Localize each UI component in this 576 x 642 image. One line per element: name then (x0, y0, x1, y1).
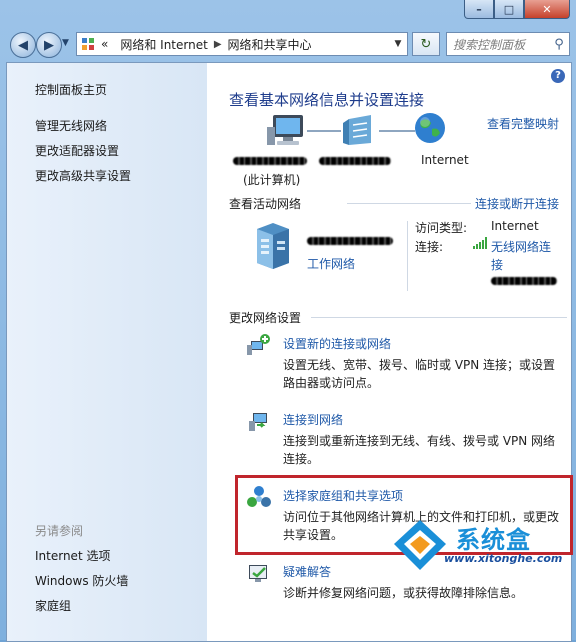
connect-to-network-icon[interactable] (247, 409, 271, 433)
ssid-redacted (491, 277, 557, 285)
internet-globe-icon (413, 111, 447, 145)
help-icon[interactable]: ? (551, 69, 565, 83)
wireless-connection-link[interactable]: 无线网络连 (491, 238, 551, 255)
troubleshoot-icon[interactable] (247, 561, 271, 585)
refresh-button[interactable]: ↻ (412, 32, 440, 56)
control-panel-icon (77, 37, 95, 51)
work-network-icon[interactable] (251, 223, 291, 269)
wifi-signal-icon (473, 237, 487, 249)
maximize-button[interactable]: □ (494, 0, 524, 19)
address-dropdown-icon[interactable]: ▼ (389, 39, 407, 49)
task-connect-to-network[interactable]: 连接到网络 (283, 411, 343, 428)
homegroup-icon[interactable] (247, 485, 271, 509)
map-internet-label: Internet (421, 153, 469, 167)
history-dropdown-icon[interactable]: ▼ (62, 38, 69, 48)
forward-arrow-icon: ▶ (44, 37, 54, 53)
breadcrumb-network-sharing-center[interactable]: 网络和共享中心 (222, 36, 318, 53)
sidebar-item-control-panel-home[interactable]: 控制面板主页 (35, 81, 107, 98)
connect-disconnect-link[interactable]: 连接或断开连接 (475, 195, 559, 212)
history-marker: « (101, 37, 109, 51)
sidebar: 控制面板主页 管理无线网络 更改适配器设置 更改高级共享设置 另请参阅 Inte… (7, 63, 207, 641)
change-settings-label: 更改网络设置 (229, 311, 302, 325)
wireless-connection-link-cont[interactable]: 接 (491, 256, 503, 273)
see-also-header: 另请参阅 (35, 524, 84, 538)
see-full-map-link[interactable]: 查看完整映射 (487, 115, 559, 132)
section-divider (311, 317, 567, 318)
back-arrow-icon: ◀ (18, 37, 28, 53)
sidebar-item-advanced-sharing[interactable]: 更改高级共享设置 (35, 167, 131, 184)
watermark: 系统盒 www.xitonghe.com (386, 514, 562, 576)
search-icon[interactable]: ⚲ (549, 37, 569, 52)
access-type-label: 访问类型: (415, 221, 468, 235)
title-bar: – □ ✕ (0, 0, 576, 26)
task-homegroup-sharing[interactable]: 选择家庭组和共享选项 (283, 487, 403, 504)
network-sharing-center-window: – □ ✕ ◀ ▶ ▼ « 网络和 Internet ▶ 网络和共享中心 ▼ ↻… (0, 0, 576, 642)
task-setup-desc: 设置无线、宽带、拨号、临时或 VPN 连接；或设置路由器或访问点。 (283, 358, 556, 390)
task-setup-new-connection[interactable]: 设置新的连接或网络 (283, 335, 391, 352)
navigation-bar: ◀ ▶ ▼ « 网络和 Internet ▶ 网络和共享中心 ▼ ↻ 搜索控制面… (0, 26, 576, 62)
refresh-icon: ↻ (420, 36, 432, 52)
task-troubleshoot[interactable]: 疑难解答 (283, 563, 331, 580)
page-title: 查看基本网络信息并设置连接 (229, 91, 425, 109)
network-device-icon (341, 113, 379, 147)
map-connector (307, 130, 341, 132)
active-networks-label: 查看活动网络 (229, 197, 302, 211)
watermark-url: www.xitonghe.com (444, 552, 563, 565)
window-controls: – □ ✕ (464, 0, 570, 19)
search-input[interactable]: 搜索控制面板 (447, 36, 549, 53)
active-network-name-redacted (307, 237, 393, 245)
forward-button[interactable]: ▶ (36, 32, 62, 58)
network-type-link[interactable]: 工作网络 (307, 255, 355, 272)
sidebar-item-internet-options[interactable]: Internet 选项 (35, 547, 110, 564)
network-name-redacted (319, 157, 391, 165)
breadcrumb-network-internet[interactable]: 网络和 Internet (114, 36, 213, 53)
new-connection-icon[interactable] (247, 333, 271, 357)
computer-name-redacted (233, 157, 307, 165)
computer-icon (267, 113, 307, 149)
watermark-name: 系统盒 (456, 526, 531, 554)
vertical-divider (407, 221, 408, 291)
access-type-value: Internet (491, 219, 539, 233)
breadcrumb-separator-icon[interactable]: ▶ (214, 39, 222, 50)
close-button[interactable]: ✕ (524, 0, 570, 19)
sidebar-item-windows-firewall[interactable]: Windows 防火墙 (35, 572, 128, 589)
this-computer-label: (此计算机) (243, 173, 301, 187)
sidebar-item-homegroup[interactable]: 家庭组 (35, 597, 71, 614)
task-troubleshoot-desc: 诊断并修复网络问题，或获得故障排除信息。 (283, 586, 524, 600)
address-bar[interactable]: « 网络和 Internet ▶ 网络和共享中心 ▼ (76, 32, 408, 56)
section-divider (347, 203, 471, 204)
minimize-button[interactable]: – (464, 0, 494, 19)
search-box[interactable]: 搜索控制面板 ⚲ (446, 32, 570, 56)
back-button[interactable]: ◀ (10, 32, 36, 58)
sidebar-item-change-adapter[interactable]: 更改适配器设置 (35, 142, 119, 159)
sidebar-item-manage-wireless[interactable]: 管理无线网络 (35, 117, 107, 134)
task-connect-desc: 连接到或重新连接到无线、有线、拨号或 VPN 网络连接。 (283, 434, 556, 466)
watermark-logo-icon (392, 518, 448, 572)
connection-label: 连接: (415, 240, 444, 254)
map-connector (379, 130, 415, 132)
